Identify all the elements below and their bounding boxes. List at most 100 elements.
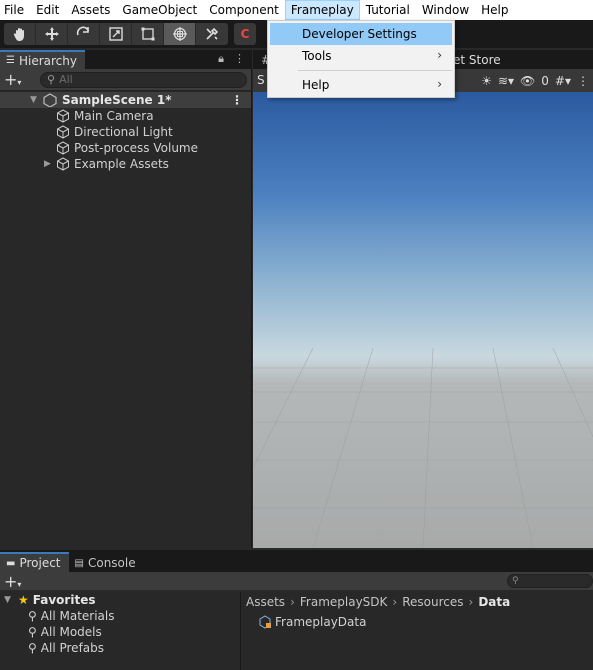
tab-asset-store-partial[interactable]: et Store: [453, 53, 501, 67]
lock-icon[interactable]: 🔒︎: [218, 52, 224, 66]
list-icon: ☰: [6, 55, 15, 66]
expand-arrow-icon[interactable]: ▼: [30, 95, 40, 105]
menu-tutorial[interactable]: Tutorial: [360, 0, 416, 20]
console-icon: ▤: [74, 557, 84, 569]
menu-assets[interactable]: Assets: [65, 0, 116, 20]
add-object-button[interactable]: +▾: [4, 70, 32, 89]
hierarchy-item-label: Example Assets: [74, 157, 169, 171]
menu-item-label: Tools: [302, 49, 332, 63]
rect-icon[interactable]: [132, 23, 164, 45]
favorite-item[interactable]: ⚲ All Prefabs: [0, 640, 240, 656]
custom-tool-icon[interactable]: [196, 23, 228, 45]
search-icon: ⚲: [28, 609, 37, 623]
favorites-tree: ▼ ★ Favorites ⚲ All Materials ⚲ All Mode…: [0, 592, 241, 670]
favorite-item-label: All Materials: [40, 609, 115, 623]
scene-viewport[interactable]: [253, 92, 593, 548]
search-icon: ⚲: [28, 625, 37, 639]
favorites-header[interactable]: ▼ ★ Favorites: [0, 592, 240, 608]
frameplay-dropdown-menu: Developer Settings Tools › Help ›: [267, 20, 455, 98]
chevron-right-icon: ›: [437, 77, 442, 91]
search-placeholder: All: [59, 73, 73, 86]
expand-arrow-icon[interactable]: ▼: [4, 595, 14, 605]
menu-component[interactable]: Component: [203, 0, 285, 20]
breadcrumb-item[interactable]: FrameplaySDK: [300, 595, 388, 609]
menu-help[interactable]: Help: [475, 0, 514, 20]
collapsed-arrow-icon[interactable]: ▶: [44, 159, 56, 169]
favorite-item-label: All Models: [40, 625, 102, 639]
breadcrumb-item[interactable]: Resources: [402, 595, 463, 609]
visibility-icon[interactable]: 👁︎: [520, 74, 535, 88]
search-icon: ⚲: [512, 576, 519, 586]
project-search-input[interactable]: ⚲: [507, 574, 593, 588]
hierarchy-item[interactable]: Directional Light: [0, 124, 251, 140]
scriptable-object-icon: [259, 615, 271, 629]
gameobject-cube-icon: [57, 157, 69, 171]
gameobject-cube-icon: [57, 109, 69, 123]
hierarchy-search-input[interactable]: ⚲ All: [40, 71, 247, 88]
hierarchy-panel: ☰ Hierarchy 🔒︎ ⋮ +▾ ⚲ All ▼ SampleScene …: [0, 50, 252, 548]
scene-row[interactable]: ▼ SampleScene 1* ⋮: [0, 92, 251, 108]
project-toolbar: +▾: [0, 572, 593, 591]
star-icon: ★: [18, 593, 29, 607]
breadcrumb: Assets › FrameplaySDK › Resources › Data: [242, 592, 593, 612]
menu-item-help[interactable]: Help ›: [268, 74, 454, 96]
pivot-toggle-label: C: [240, 27, 250, 41]
hand-icon[interactable]: [4, 23, 36, 45]
hierarchy-item-label: Post-process Volume: [74, 141, 198, 155]
asset-item[interactable]: FrameplayData: [258, 614, 366, 630]
transform-icon[interactable]: [164, 23, 196, 45]
hierarchy-item[interactable]: Post-process Volume: [0, 140, 251, 156]
grid-icon[interactable]: #▾: [555, 74, 571, 88]
gizmo-icon[interactable]: ☀: [481, 74, 492, 88]
chevron-right-icon: ›: [392, 595, 398, 609]
menu-window[interactable]: Window: [416, 0, 475, 20]
search-icon: ⚲: [47, 73, 56, 86]
tab-hierarchy-label: Hierarchy: [18, 53, 77, 68]
transform-tools-group: [4, 23, 228, 45]
scene-view-panel: # et Store S ☀ ≋▾ 👁︎ 0 #▾ ⋮: [253, 50, 593, 548]
move-icon[interactable]: [36, 23, 68, 45]
menu-file[interactable]: File: [0, 0, 30, 20]
tab-console[interactable]: ▤ Console: [68, 552, 144, 572]
rotate-icon[interactable]: [68, 23, 100, 45]
scale-icon[interactable]: [100, 23, 132, 45]
tab-console-label: Console: [87, 556, 136, 570]
hierarchy-item-label: Main Camera: [74, 109, 154, 123]
shading-mode-label[interactable]: S: [257, 73, 265, 87]
tab-hierarchy[interactable]: ☰ Hierarchy: [0, 50, 85, 69]
chevron-right-icon: ›: [437, 48, 442, 62]
hierarchy-item[interactable]: ▶ Example Assets: [0, 156, 251, 172]
layers-icon[interactable]: ≋▾: [498, 74, 514, 88]
gameobject-cube-icon: [57, 141, 69, 155]
tab-project-label: Project: [19, 556, 61, 570]
hierarchy-toolbar: +▾ ⚲ All: [0, 69, 251, 91]
more-menu-icon[interactable]: ⋮: [577, 74, 589, 88]
hierarchy-item[interactable]: Main Camera: [0, 108, 251, 124]
breadcrumb-item[interactable]: Assets: [246, 595, 285, 609]
favorite-item-label: All Prefabs: [40, 641, 105, 655]
favorite-item[interactable]: ⚲ All Models: [0, 624, 240, 640]
search-icon: ⚲: [28, 641, 37, 655]
menu-item-developer-settings[interactable]: Developer Settings: [270, 23, 452, 45]
more-menu-icon[interactable]: ⋮: [234, 52, 245, 66]
create-asset-button[interactable]: +▾: [4, 572, 32, 591]
hidden-count: 0: [541, 73, 549, 88]
menu-item-tools[interactable]: Tools ›: [268, 45, 454, 67]
tab-project[interactable]: ▬ Project: [0, 552, 69, 572]
favorite-item[interactable]: ⚲ All Materials: [0, 608, 240, 624]
ground-grid: [253, 348, 593, 548]
folder-icon: ▬: [6, 557, 16, 569]
scene-more-icon[interactable]: ⋮: [231, 93, 243, 107]
breadcrumb-current[interactable]: Data: [478, 595, 510, 609]
asset-label: FrameplayData: [275, 615, 367, 629]
menu-gameobject[interactable]: GameObject: [116, 0, 203, 20]
hierarchy-tabbar: ☰ Hierarchy 🔒︎ ⋮: [0, 50, 251, 69]
pivot-toggle-button[interactable]: C: [234, 23, 256, 45]
menu-frameplay[interactable]: Frameplay: [284, 0, 360, 20]
bottom-tabbar: ▬ Project ▤ Console: [0, 552, 593, 572]
menu-item-label: Developer Settings: [302, 27, 417, 41]
hierarchy-item-label: Directional Light: [74, 125, 173, 139]
menu-edit[interactable]: Edit: [30, 0, 65, 20]
favorites-label: Favorites: [32, 593, 96, 607]
menu-item-label: Help: [302, 78, 330, 92]
